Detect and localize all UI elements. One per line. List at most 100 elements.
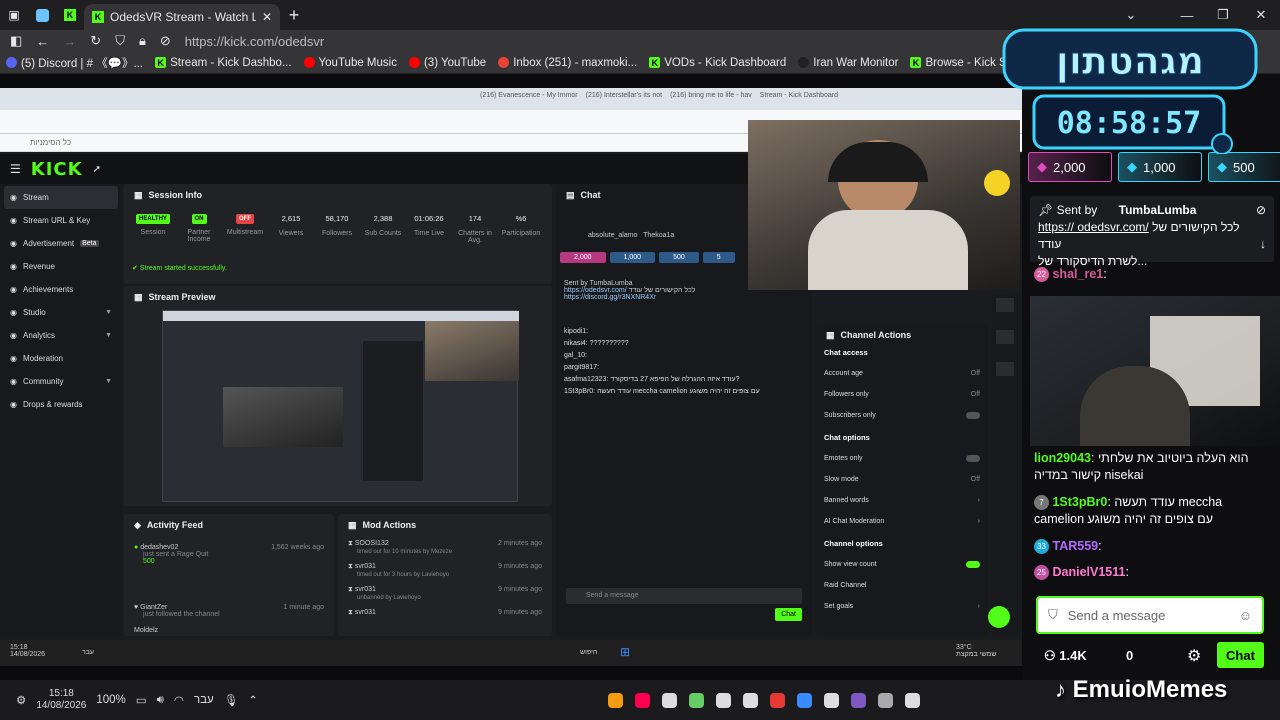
- taskbar-app-icon[interactable]: [608, 692, 623, 708]
- channel-option[interactable]: Slow mode Off: [824, 476, 980, 483]
- taskbar-app-icon[interactable]: [797, 692, 812, 708]
- bookmark-item[interactable]: YouTube Music: [303, 57, 397, 69]
- close-tab-icon[interactable]: ✕: [262, 10, 272, 24]
- dashboard-send-input[interactable]: Send a message: [566, 588, 802, 604]
- clock[interactable]: 15:18 14/08/2026: [36, 688, 86, 712]
- sidebar-item[interactable]: ◉ Community ▼: [0, 370, 122, 393]
- hide-icon[interactable]: ⊘: [1256, 202, 1266, 219]
- bookmark-item[interactable]: (5) Discord | # 《💬》...: [6, 55, 143, 71]
- channel-option[interactable]: AI Chat Moderation ›: [824, 518, 980, 525]
- overlay-send-input[interactable]: ⛉ Send a message ☺: [1036, 596, 1264, 634]
- language-indicator[interactable]: עבר: [194, 694, 214, 706]
- tool-1-icon[interactable]: [996, 298, 1014, 312]
- dashboard-chat-button[interactable]: Chat: [775, 608, 802, 621]
- channel-option[interactable]: Followers only Off: [824, 391, 980, 398]
- streamer-webcam: [748, 120, 1020, 290]
- wifi-icon[interactable]: ◠: [174, 693, 184, 707]
- sidebar-item[interactable]: ◉ Moderation: [0, 347, 122, 370]
- channel-option[interactable]: Raid Channel: [824, 582, 980, 589]
- lock-icon[interactable]: 🔒︎: [139, 33, 146, 49]
- sidebar-item[interactable]: ◉ Stream URL & Key: [0, 209, 122, 232]
- inner-taskbar: 15:18 14/08/2026 עבר חיפוש ⊞ 33°C שמשי במק…: [0, 640, 1022, 666]
- chat-username[interactable]: DanielV1511: [1052, 565, 1125, 579]
- menu-icon[interactable]: ☰: [10, 162, 21, 176]
- tab-actions-icon[interactable]: ▣: [0, 0, 28, 30]
- inner-tab[interactable]: Stream - Kick Dashboard: [760, 92, 838, 99]
- inner-tab[interactable]: (216) Interstellar's its not: [586, 92, 662, 99]
- channel-option[interactable]: Emotes only: [824, 455, 980, 462]
- gear-icon[interactable]: ⚙: [16, 693, 26, 707]
- taskbar-app-icon[interactable]: [743, 692, 758, 708]
- taskbar-app-icon[interactable]: [878, 692, 893, 708]
- gift-icon: ◆: [1217, 159, 1227, 174]
- chevron-up-icon[interactable]: ⌃: [248, 693, 258, 707]
- chat-username[interactable]: 1St3pBr0: [1052, 495, 1107, 509]
- sub-badge: 22: [1034, 267, 1049, 283]
- preview-video[interactable]: [162, 310, 519, 502]
- taskbar-app-icon[interactable]: [851, 692, 866, 708]
- pinned-tab-ai[interactable]: [28, 0, 56, 30]
- chat-title: Chat: [580, 190, 601, 200]
- new-tab-button[interactable]: +: [280, 0, 308, 30]
- bookmark-item[interactable]: Iran War Monitor: [798, 57, 898, 69]
- sidebar-item[interactable]: ◉ Advertisement Beta: [0, 232, 122, 255]
- taskbar-app-icon[interactable]: [824, 692, 839, 708]
- tool-2-icon[interactable]: [996, 330, 1014, 344]
- sidebar-toggle-icon[interactable]: ◧: [10, 33, 22, 49]
- gmail-icon: [498, 57, 510, 68]
- toggle-switch[interactable]: [966, 455, 980, 462]
- channel-option[interactable]: Show view count: [824, 561, 980, 568]
- taskbar-app-icon[interactable]: [905, 692, 920, 708]
- pinned-tab-kick[interactable]: K: [56, 0, 84, 30]
- tracking-icon[interactable]: ⊘: [160, 33, 171, 49]
- chat-username[interactable]: TAR559: [1052, 539, 1098, 553]
- forward-icon[interactable]: →: [63, 34, 76, 49]
- bookmark-item[interactable]: Inbox (251) - maxmoki...: [498, 57, 637, 69]
- back-icon[interactable]: ←: [36, 34, 49, 49]
- sidebar-item[interactable]: ◉ Drops & rewards: [0, 393, 122, 416]
- tool-3-icon[interactable]: [996, 362, 1014, 376]
- sidebar-item[interactable]: ◉ Achievements: [0, 278, 122, 301]
- chat-username[interactable]: shal_re1: [1052, 267, 1103, 281]
- sidebar-item-icon: ◉: [10, 354, 17, 363]
- pin-icon[interactable]: ➚: [93, 164, 101, 175]
- windows-start-icon[interactable]: ⊞: [620, 645, 630, 659]
- sidebar-item[interactable]: ◉ Stream: [4, 186, 118, 209]
- channel-option[interactable]: Account age Off: [824, 370, 980, 377]
- toggle-switch[interactable]: [966, 412, 980, 419]
- taskbar-app-icon[interactable]: [662, 692, 677, 708]
- session-info-panel: ▦ Session Info HEALTHY Session ON Partner In…: [124, 184, 552, 284]
- inner-tab[interactable]: (216) bring me to life - hav: [670, 92, 752, 99]
- taskbar-app-icon[interactable]: [689, 692, 704, 708]
- bookmark-item[interactable]: K Stream - Kick Dashbo...: [155, 57, 292, 69]
- bookmark-item[interactable]: (3) YouTube: [408, 57, 486, 69]
- chat-username[interactable]: lion29043: [1034, 451, 1091, 465]
- microphone-icon[interactable]: 🎙︎: [224, 693, 239, 707]
- inner-search[interactable]: חיפוש: [580, 649, 597, 656]
- overlay-chat-button[interactable]: Chat: [1217, 642, 1264, 668]
- channel-option[interactable]: Subscribers only: [824, 412, 980, 419]
- pinned-message: 📌︎ Sent by TumbaLumba ⊘ https:// odedsvr.c…: [1030, 196, 1274, 268]
- reload-icon[interactable]: ↻: [90, 33, 101, 49]
- toggle-switch[interactable]: [966, 561, 980, 568]
- sidebar-item[interactable]: ◉ Analytics ▼: [0, 324, 122, 347]
- tab-active-stream[interactable]: K OdedsVR Stream - Watch Live o ✕: [84, 4, 280, 30]
- goal-gauge: 2,000: [560, 252, 606, 263]
- url-field[interactable]: https://kick.com/odedsvr: [185, 34, 324, 49]
- bookmark-item[interactable]: K VODs - Kick Dashboard: [649, 57, 786, 69]
- sidebar-item[interactable]: ◉ Studio ▼: [0, 301, 122, 324]
- gear-icon[interactable]: ⚙: [1187, 646, 1201, 666]
- volume-icon[interactable]: 🔊︎: [157, 694, 164, 707]
- taskbar-app-icon[interactable]: [770, 692, 785, 708]
- emoji-icon[interactable]: ☺: [1239, 608, 1252, 623]
- sidebar-item[interactable]: ◉ Revenue: [0, 255, 122, 278]
- channel-option[interactable]: Set goals ›: [824, 603, 980, 610]
- session-stat: %6 Participation: [501, 214, 541, 237]
- expand-icon[interactable]: ↓: [1260, 236, 1266, 253]
- inner-tab[interactable]: (216) Evanescence - My Immor: [480, 92, 578, 99]
- refresh-fab[interactable]: [988, 606, 1010, 628]
- taskbar-app-icon[interactable]: [635, 692, 650, 708]
- channel-option[interactable]: Banned words ›: [824, 497, 980, 504]
- taskbar-app-icon[interactable]: [716, 692, 731, 708]
- shield-icon[interactable]: ⛉: [115, 33, 125, 49]
